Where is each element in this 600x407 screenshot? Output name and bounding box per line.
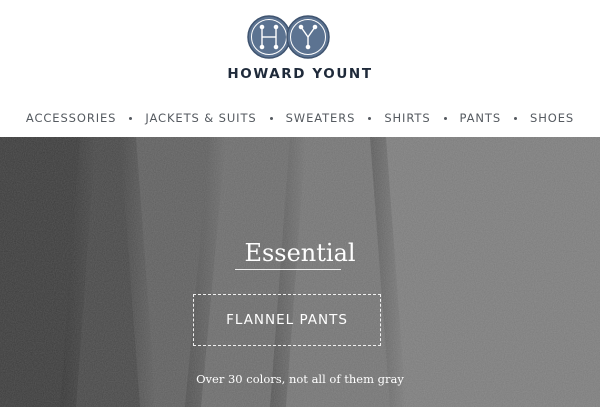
nav-separator — [514, 116, 518, 120]
nav-separator — [443, 116, 447, 120]
nav-item-pants[interactable]: PANTS — [460, 111, 502, 125]
nav-item-shirts[interactable]: SHIRTS — [384, 111, 430, 125]
flannel-fabric-image — [0, 137, 600, 407]
site-header: HOWARD YOUNT ACCESSORIES JACKETS & SUITS… — [0, 0, 600, 137]
brand-name[interactable]: HOWARD YOUNT — [0, 66, 600, 82]
nav-separator — [269, 116, 273, 120]
hero-banner: Essential FLANNEL PANTS Over 30 colors, … — [0, 137, 600, 407]
nav-item-shoes[interactable]: SHOES — [530, 111, 574, 125]
nav-item-accessories[interactable]: ACCESSORIES — [26, 111, 117, 125]
monogram-logo-icon[interactable] — [247, 13, 331, 61]
hero-heading: Essential — [244, 239, 356, 267]
nav-separator — [129, 116, 133, 120]
flannel-pants-button[interactable]: FLANNEL PANTS — [193, 294, 381, 346]
hero-tagline: Over 30 colors, not all of them gray — [196, 372, 404, 386]
nav-item-sweaters[interactable]: SWEATERS — [286, 111, 356, 125]
main-nav: ACCESSORIES JACKETS & SUITS SWEATERS SHI… — [0, 110, 600, 126]
nav-item-jackets-suits[interactable]: JACKETS & SUITS — [145, 111, 256, 125]
nav-separator — [368, 116, 372, 120]
heading-underline — [235, 269, 341, 270]
